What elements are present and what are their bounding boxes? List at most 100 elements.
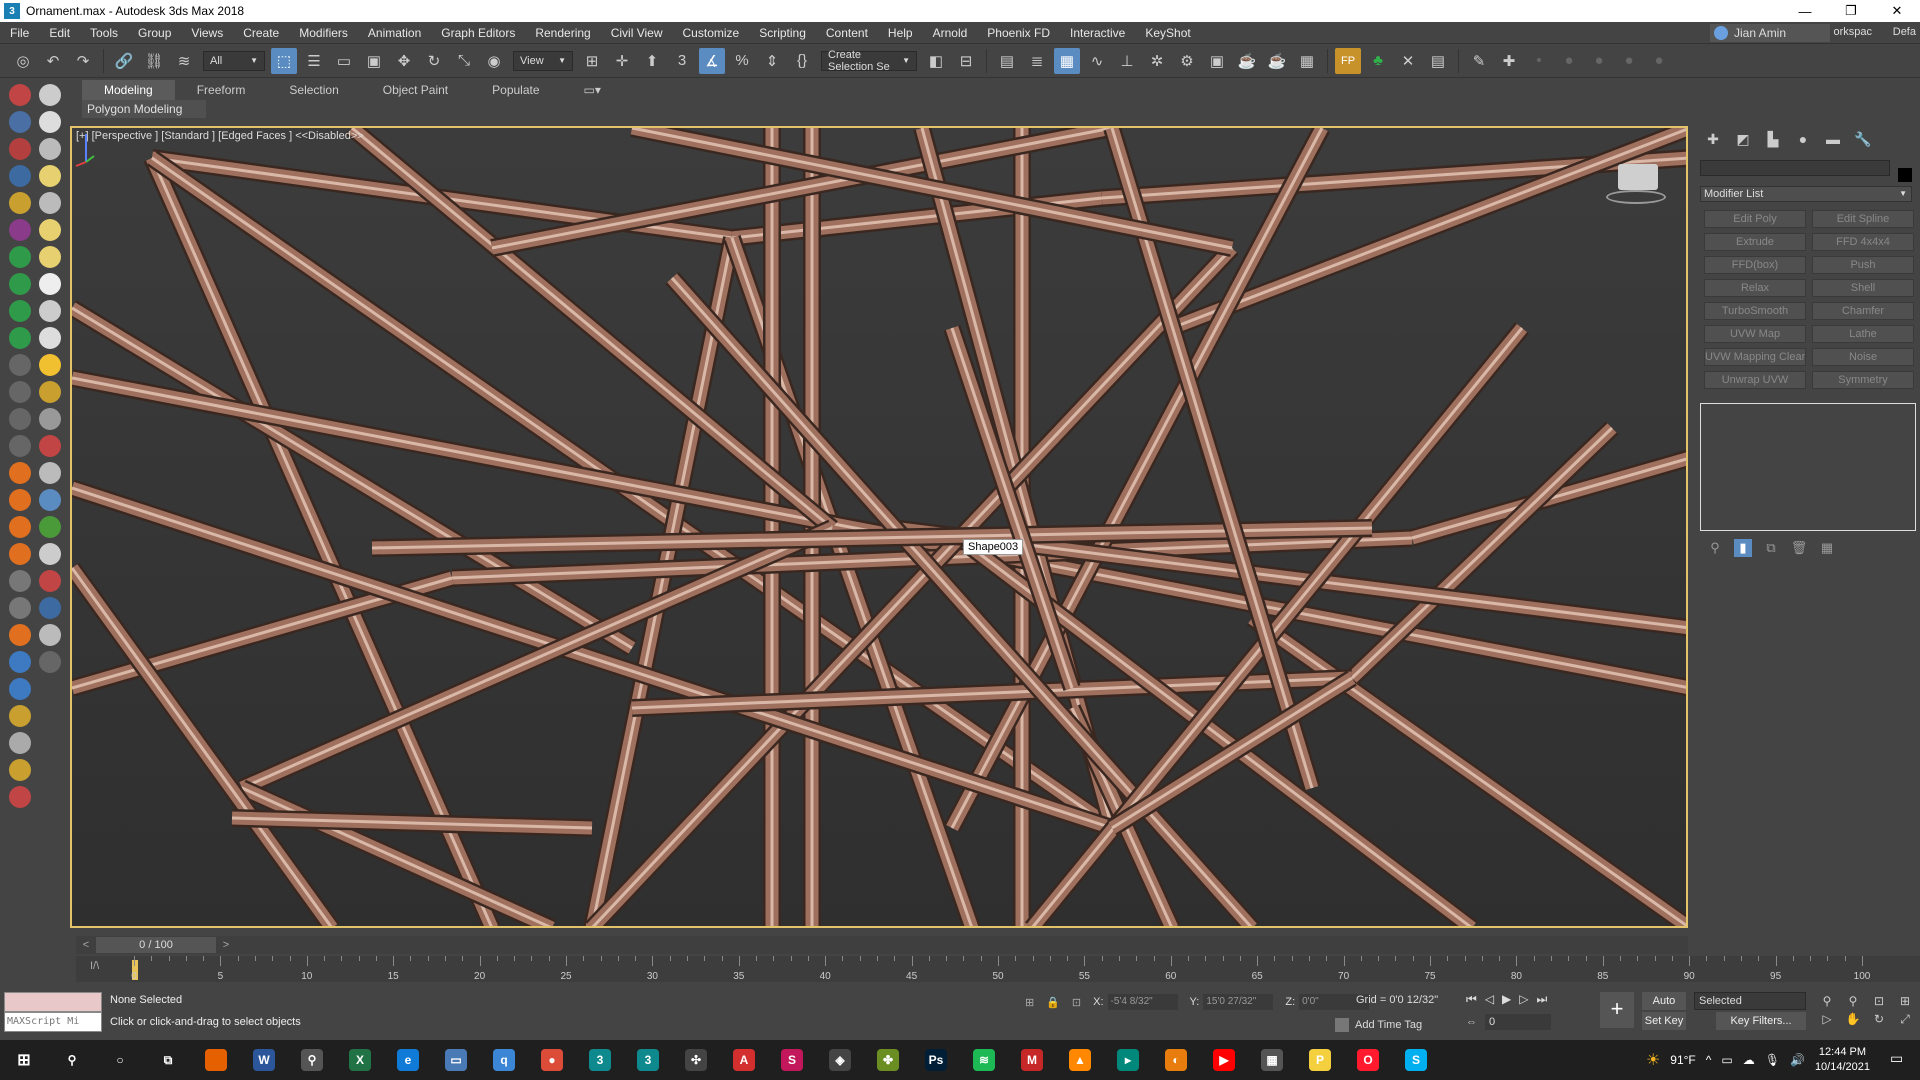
play-icon[interactable] xyxy=(9,354,31,376)
render-production-icon[interactable]: ☕ xyxy=(1234,48,1260,74)
menu-phoenix-fd[interactable]: Phoenix FD xyxy=(977,22,1060,44)
turbosmooth-button[interactable]: TurboSmooth xyxy=(1704,302,1806,320)
weather-icon[interactable]: ☀ xyxy=(1646,1050,1660,1070)
brush-icon[interactable]: ✎ xyxy=(1466,48,1492,74)
taskbar-app4-button[interactable]: M xyxy=(1008,1040,1056,1080)
trash-icon[interactable] xyxy=(9,435,31,457)
menu-help[interactable]: Help xyxy=(878,22,923,44)
show-hidden-icons-icon[interactable]: ^ xyxy=(1706,1053,1712,1067)
taskbar-word-button[interactable]: W xyxy=(240,1040,288,1080)
water-icon[interactable] xyxy=(9,678,31,700)
selection-filter-dropdown[interactable]: All ▼ xyxy=(203,50,265,71)
chamfer-button[interactable]: Chamfer xyxy=(1812,302,1914,320)
isolate-selection-icon[interactable]: ⊞ xyxy=(1025,996,1034,1009)
table-icon[interactable]: ▤ xyxy=(1425,48,1451,74)
ribbon-toggle-icon[interactable]: ▦ xyxy=(1054,47,1080,74)
taskbar-app3-button[interactable]: ✤ xyxy=(864,1040,912,1080)
zoom-all-icon[interactable]: ⚲ xyxy=(1842,994,1864,1008)
object-icon[interactable] xyxy=(9,246,31,268)
taskbar-app5-button[interactable]: ▸ xyxy=(1104,1040,1152,1080)
help-icon[interactable] xyxy=(39,651,61,673)
key-filters-button[interactable]: Key Filters... xyxy=(1716,1012,1806,1030)
mirror-icon[interactable]: ◧ xyxy=(923,48,949,74)
pivot-center-icon[interactable]: ⊞ xyxy=(579,48,605,74)
cup-icon[interactable] xyxy=(9,705,31,727)
maximize-button[interactable]: ❐ xyxy=(1828,0,1874,22)
gear-icon[interactable] xyxy=(39,489,61,511)
fire-icon[interactable] xyxy=(9,516,31,538)
unlink-icon[interactable]: ⛓ xyxy=(141,48,167,74)
cloud-icon[interactable] xyxy=(39,111,61,133)
motion-tab-icon[interactable]: ● xyxy=(1788,129,1818,149)
stop-icon[interactable] xyxy=(9,408,31,430)
sphere-icon[interactable] xyxy=(9,732,31,754)
configure-modifier-sets-icon[interactable]: ▦ xyxy=(1818,539,1836,557)
set-keys-icon[interactable]: + xyxy=(1600,992,1634,1028)
camera-icon[interactable] xyxy=(39,192,61,214)
smart-select-icon[interactable]: ◎ xyxy=(10,48,36,74)
link-icon[interactable]: 🔗 xyxy=(111,48,137,74)
select-object-icon[interactable]: ⬚ xyxy=(271,47,297,74)
light-icon[interactable] xyxy=(39,165,61,187)
sphere-icon[interactable] xyxy=(39,381,61,403)
maximize-viewport-icon[interactable]: ⤢ xyxy=(1894,1012,1916,1027)
current-frame-field[interactable]: 0 xyxy=(1485,1014,1551,1030)
viewcube-compass[interactable] xyxy=(1606,190,1666,204)
modify-tab-icon[interactable]: ◩ xyxy=(1728,129,1758,149)
plane-icon[interactable] xyxy=(39,219,61,241)
symmetry-button[interactable]: Symmetry xyxy=(1812,371,1914,389)
go-to-end-icon[interactable]: ⏭ xyxy=(1537,992,1548,1007)
add-time-tag[interactable]: Add Time Tag xyxy=(1335,1018,1422,1032)
key-filter-icon[interactable]: Ι/\ xyxy=(90,960,99,972)
push-button[interactable]: Push xyxy=(1812,256,1914,274)
particle-icon[interactable] xyxy=(9,570,31,592)
uvw-mapping-clear-button[interactable]: UVW Mapping Clear xyxy=(1704,348,1806,366)
add-icon[interactable]: ✚ xyxy=(1496,48,1522,74)
workspace-dropdown[interactable]: Defa xyxy=(1893,26,1916,38)
minimize-button[interactable]: — xyxy=(1782,0,1828,22)
redo-icon[interactable]: ↷ xyxy=(70,48,96,74)
keyboard-shortcut-override-icon[interactable]: ⬆ xyxy=(639,48,665,74)
taskbar-excel-button[interactable]: X xyxy=(336,1040,384,1080)
menu-scripting[interactable]: Scripting xyxy=(749,22,816,44)
select-and-move-icon[interactable]: ✥ xyxy=(391,48,417,74)
manipulate-icon[interactable]: ✛ xyxy=(609,48,635,74)
select-and-rotate-icon[interactable]: ↻ xyxy=(421,48,447,74)
time-config-icon[interactable]: ⇔ xyxy=(1466,1016,1477,1028)
palette-icon[interactable] xyxy=(39,570,61,592)
menu-graph-editors[interactable]: Graph Editors xyxy=(431,22,525,44)
tab-populate[interactable]: Populate xyxy=(470,80,561,100)
object-icon[interactable] xyxy=(9,300,31,322)
fire-icon[interactable] xyxy=(9,543,31,565)
y-coordinate-field[interactable]: 15'0 27/32" xyxy=(1203,994,1274,1010)
viewcube[interactable] xyxy=(1618,164,1658,190)
object-color-swatch[interactable] xyxy=(1898,168,1912,182)
material-editor-icon[interactable]: ✲ xyxy=(1144,48,1170,74)
taskbar-3dsmax2-button[interactable]: 3 xyxy=(624,1040,672,1080)
object-icon[interactable] xyxy=(9,192,31,214)
angle-snap-icon[interactable]: ∡ xyxy=(699,47,725,74)
field-of-view-icon[interactable]: ▷ xyxy=(1816,1012,1838,1027)
taskbar-skype-button[interactable]: S xyxy=(1392,1040,1440,1080)
temperature[interactable]: 91°F xyxy=(1670,1053,1695,1067)
object-icon[interactable] xyxy=(9,84,31,106)
uvw-map-button[interactable]: UVW Map xyxy=(1704,325,1806,343)
named-selection-set-dropdown[interactable]: Create Selection Se ▼ xyxy=(821,49,917,73)
object-icon[interactable] xyxy=(9,111,31,133)
taskbar-opera-button[interactable]: O xyxy=(1344,1040,1392,1080)
menu-rendering[interactable]: Rendering xyxy=(525,22,600,44)
menu-keyshot[interactable]: KeyShot xyxy=(1135,22,1200,44)
taskbar-3dsmax-button[interactable]: 3 xyxy=(576,1040,624,1080)
water-icon[interactable] xyxy=(9,651,31,673)
taskbar-youtube-button[interactable]: ▶ xyxy=(1200,1040,1248,1080)
time-slider[interactable]: < 0 / 100 > xyxy=(76,936,1688,954)
dome-icon[interactable] xyxy=(39,246,61,268)
3dsmax-app-icon[interactable]: 3 xyxy=(4,3,20,19)
orbit-icon[interactable]: ↻ xyxy=(1868,1012,1890,1027)
viewport-label[interactable]: [+] [Perspective ] [Standard ] [Edged Fa… xyxy=(76,130,364,142)
clock[interactable]: 12:44 PM 10/14/2021 xyxy=(1815,1045,1870,1075)
taskbar-acrobat-button[interactable]: A xyxy=(720,1040,768,1080)
brush-icon[interactable] xyxy=(39,435,61,457)
play-icon[interactable]: ▶ xyxy=(1502,992,1511,1007)
menu-file[interactable]: File xyxy=(0,22,39,44)
